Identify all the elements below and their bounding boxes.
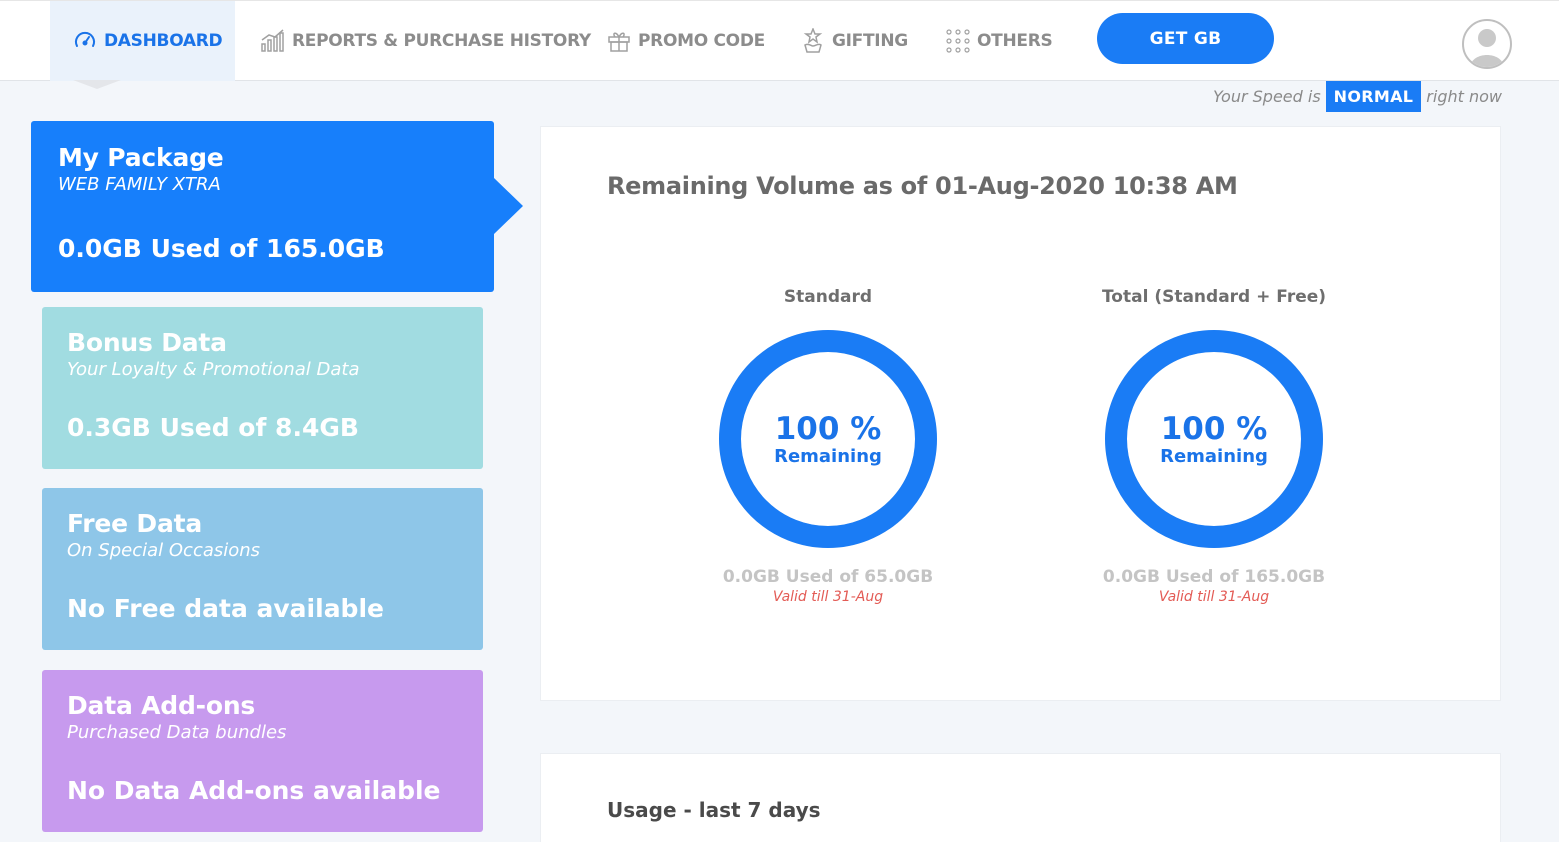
gift-icon (606, 28, 632, 54)
nav-promo-label: PROMO CODE (638, 31, 765, 51)
card-subtitle: WEB FAMILY XTRA (58, 174, 221, 195)
usage-title: Usage - last 7 days (607, 798, 821, 822)
card-title: My Package (58, 143, 224, 172)
ring-used: 0.0GB Used of 65.0GB (722, 567, 934, 587)
remaining-volume-panel: Remaining Volume as of 01-Aug-2020 10:38… (540, 126, 1501, 701)
card-subtitle: On Special Occasions (67, 540, 261, 561)
standard-ring: 100 % Remaining (718, 329, 938, 549)
nav-reports[interactable]: REPORTS & PURCHASE HISTORY (260, 1, 591, 81)
ring-valid: Valid till 31-Aug (772, 589, 884, 605)
speed-badge: NORMAL (1325, 81, 1422, 112)
total-ring-block: Total (Standard + Free) 100 % Remaining … (1064, 287, 1364, 605)
card-value: 0.3GB Used of 8.4GB (67, 413, 359, 442)
nav-others-label: OTHERS (977, 31, 1053, 51)
card-title: Free Data (67, 509, 203, 538)
card-title: Bonus Data (67, 328, 227, 357)
top-nav: DASHBOARD REPORTS & PURCHASE HISTORY PRO… (0, 0, 1559, 81)
free-data-card[interactable]: Free Data On Special Occasions No Free d… (42, 488, 483, 650)
nav-gifting[interactable]: GIFTING (800, 1, 908, 81)
standard-ring-block: Standard 100 % Remaining 0.0GB Used of 6… (678, 287, 978, 605)
ring-percent: 100 % (774, 410, 882, 447)
card-subtitle: Your Loyalty & Promotional Data (67, 359, 360, 380)
get-gb-button[interactable]: GET GB (1097, 13, 1274, 64)
card-value: No Data Add-ons available (67, 776, 441, 805)
ring-center: 100 % Remaining (718, 329, 938, 549)
ring-percent: 100 % (1160, 410, 1268, 447)
nav-promo-code[interactable]: PROMO CODE (606, 1, 765, 81)
user-avatar-icon[interactable] (1462, 19, 1512, 69)
active-tab-caret (73, 80, 121, 89)
hand-star-icon (800, 28, 826, 54)
card-value: 0.0GB Used of 165.0GB (58, 234, 385, 263)
speed-suffix: right now (1426, 87, 1502, 106)
data-addons-card[interactable]: Data Add-ons Purchased Data bundles No D… (42, 670, 483, 832)
nav-dashboard-label: DASHBOARD (104, 31, 223, 51)
grid-dots-icon (945, 28, 971, 54)
ring-valid: Valid till 31-Aug (1158, 589, 1270, 605)
card-subtitle: Purchased Data bundles (67, 722, 287, 743)
ring-label: Total (Standard + Free) (1101, 287, 1327, 307)
total-ring: 100 % Remaining (1104, 329, 1324, 549)
nav-reports-label: REPORTS & PURCHASE HISTORY (292, 31, 591, 51)
my-package-card[interactable]: My Package WEB FAMILY XTRA 0.0GB Used of… (31, 121, 494, 292)
speed-status: Your Speed is NORMAL right now (1213, 81, 1502, 112)
nav-dashboard[interactable]: DASHBOARD (50, 1, 235, 81)
ring-label: Standard (783, 287, 873, 307)
bar-chart-icon (260, 28, 286, 54)
nav-gifting-label: GIFTING (832, 31, 908, 51)
ring-sub: Remaining (774, 445, 882, 467)
speedometer-icon (72, 28, 98, 54)
usage-panel: Usage - last 7 days (540, 753, 1501, 842)
selected-card-arrow (494, 178, 523, 234)
ring-used: 0.0GB Used of 165.0GB (1102, 567, 1326, 587)
ring-center: 100 % Remaining (1104, 329, 1324, 549)
ring-sub: Remaining (1160, 445, 1268, 467)
card-value: No Free data available (67, 594, 384, 623)
bonus-data-card[interactable]: Bonus Data Your Loyalty & Promotional Da… (42, 307, 483, 469)
nav-others[interactable]: OTHERS (945, 1, 1053, 81)
speed-prefix: Your Speed is (1213, 87, 1321, 106)
card-title: Data Add-ons (67, 691, 256, 720)
panel-title: Remaining Volume as of 01-Aug-2020 10:38… (607, 172, 1238, 200)
